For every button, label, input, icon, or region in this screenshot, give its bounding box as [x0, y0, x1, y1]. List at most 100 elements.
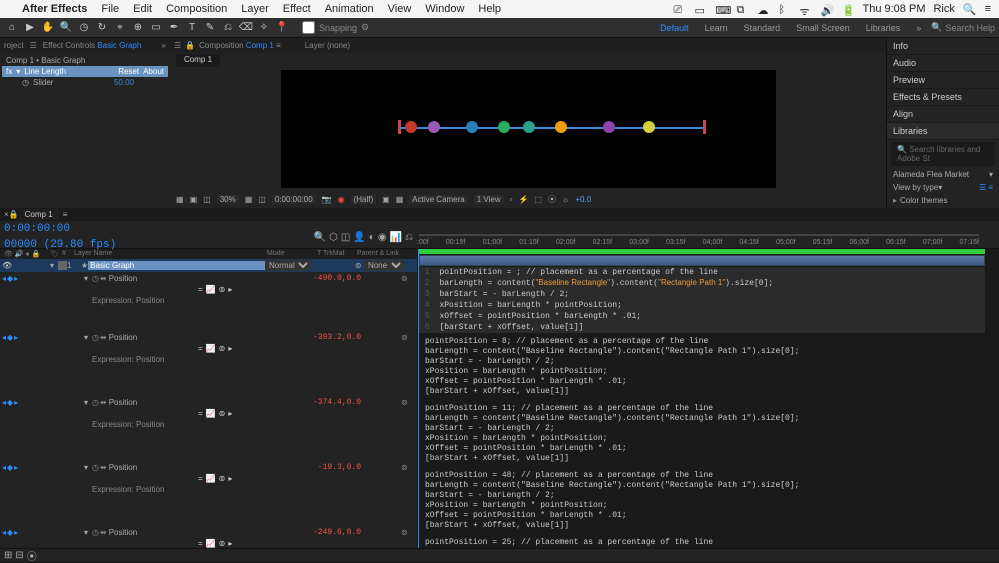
eraser-tool-icon[interactable]: ⌫ [238, 21, 254, 35]
brush-tool-icon[interactable]: ✎ [202, 21, 218, 35]
volume-icon[interactable]: 🔊 [821, 4, 834, 15]
toggle-switches-icon[interactable]: ⊞ [4, 550, 12, 561]
timeline-content[interactable]: 1pointPosition = ; // placement as a per… [417, 249, 999, 548]
panel-menu-icon[interactable]: ☰ [174, 41, 181, 50]
wifi-icon[interactable]: ᯤ [800, 4, 813, 15]
disclosure-icon[interactable]: ▾ [84, 274, 92, 283]
pen-tool-icon[interactable]: ✒ [166, 21, 182, 35]
menu-icon[interactable]: ≡ [985, 3, 991, 15]
stopwatch-icon[interactable]: ◷ [92, 528, 99, 537]
menu-animation[interactable]: Animation [325, 3, 374, 15]
expression-enable-icon[interactable]: = [198, 285, 203, 294]
res-select[interactable]: (Half) [351, 195, 377, 204]
graph-dot[interactable] [603, 121, 615, 133]
menu-edit[interactable]: Edit [133, 3, 152, 15]
menu-file[interactable]: File [101, 3, 119, 15]
expression-text[interactable]: pointPosition = 48; // placement as a pe… [419, 471, 985, 531]
panel-overflow-icon[interactable]: » [162, 41, 166, 50]
project-tab[interactable]: roject [4, 41, 24, 50]
prev-key-icon[interactable]: ◂ [2, 398, 6, 407]
guide-icon[interactable]: ◫ [258, 195, 266, 204]
prev-key-icon[interactable]: ◂ [2, 333, 6, 342]
expression-text[interactable]: pointPosition = 11; // placement as a pe… [419, 404, 985, 464]
expression-pickwhip-icon[interactable]: ⊚ [219, 539, 226, 548]
pickwhip-icon[interactable]: ⊚ [401, 274, 415, 283]
expression-graph-icon[interactable]: 📈 [206, 285, 216, 294]
workspace-libraries[interactable]: Libraries [860, 21, 907, 35]
comp-canvas[interactable] [281, 70, 776, 188]
panel-effects[interactable]: Effects & Presets [887, 89, 999, 106]
grid-icon[interactable]: ▦ [245, 195, 253, 204]
panel-menu-icon[interactable]: ☰ [30, 41, 37, 50]
disclosure-icon[interactable]: ▾ [50, 261, 58, 270]
menu-help[interactable]: Help [478, 3, 501, 15]
disclosure-icon[interactable]: ▾ [84, 333, 92, 342]
views-select[interactable]: 1 View [474, 195, 504, 204]
search-help[interactable]: Search Help [945, 23, 995, 33]
expression-enable-icon[interactable]: = [198, 344, 203, 353]
disclosure-icon[interactable]: ▾ [84, 398, 92, 407]
lib-color-themes[interactable]: ▸Color themes [887, 194, 999, 207]
workspace-more-icon[interactable]: » [910, 21, 927, 35]
graph-dot[interactable] [498, 121, 510, 133]
zoom-tool-icon[interactable]: 🔍 [58, 21, 74, 35]
tl-tab-close-icon[interactable]: ≡ [63, 210, 68, 219]
expression-text[interactable]: pointPosition = 8; // placement as a per… [419, 337, 985, 397]
dimension-icon[interactable]: ⬌ [100, 333, 107, 342]
property-value[interactable]: -249.6,0.0 [313, 528, 401, 537]
position-property[interactable]: ◂◆▸ ▾ ◷⬌ Position -393.2,0.0 ⊚ [0, 331, 417, 343]
graph-dot[interactable] [405, 121, 417, 133]
stopwatch-icon[interactable]: ◷ [92, 274, 99, 283]
user-menu[interactable]: Rick [933, 3, 954, 15]
selection-tool-icon[interactable]: ▶ [22, 21, 38, 35]
bluetooth-icon[interactable]: ᛒ [779, 4, 792, 15]
expression-language-icon[interactable]: ▸ [228, 344, 232, 353]
property-value[interactable]: -19.3,0.0 [318, 463, 401, 472]
stamp-tool-icon[interactable]: ⎌ [220, 21, 236, 35]
prev-key-icon[interactable]: ◂ [2, 528, 6, 537]
snapping-checkbox[interactable] [302, 21, 315, 34]
add-key-icon[interactable]: ◆ [7, 528, 13, 537]
slider-value[interactable]: 50.00 [114, 78, 134, 87]
graph-dot[interactable] [523, 121, 535, 133]
effect-line-length[interactable]: fx ▾ Line Length Reset About [2, 66, 168, 77]
expression-language-icon[interactable]: ▸ [228, 474, 232, 483]
3d-icon[interactable]: ⬚ [534, 195, 542, 204]
search-layers-icon[interactable]: 🔍 [314, 232, 326, 243]
property-value[interactable]: -393.2,0.0 [313, 333, 401, 342]
roto-tool-icon[interactable]: ✧ [256, 21, 272, 35]
next-key-icon[interactable]: ▸ [14, 274, 18, 283]
camera-tool-icon[interactable]: ⌖ [112, 21, 128, 35]
pixel-aspect-icon[interactable]: ▫ [510, 195, 513, 204]
pickwhip-icon[interactable]: ⊚ [401, 463, 415, 472]
stopwatch-icon[interactable]: ◷ [92, 398, 99, 407]
menu-window[interactable]: Window [425, 3, 464, 15]
stopwatch-icon[interactable]: ◷ [92, 333, 99, 342]
frame-blend-icon[interactable]: ◐ [369, 232, 375, 243]
cloud-icon[interactable]: ☁ [758, 4, 771, 15]
brainstorm-icon[interactable]: ⎌ [405, 232, 413, 243]
expression-language-icon[interactable]: ▸ [228, 409, 232, 418]
graph-dot[interactable] [643, 121, 655, 133]
menu-view[interactable]: View [388, 3, 412, 15]
expression-pickwhip-icon[interactable]: ⊚ [219, 285, 226, 294]
app-name[interactable]: After Effects [22, 3, 87, 15]
menu-layer[interactable]: Layer [241, 3, 269, 15]
add-key-icon[interactable]: ◆ [7, 463, 13, 472]
dimension-icon[interactable]: ⬌ [100, 528, 107, 537]
disclosure-icon[interactable]: ▾ [16, 67, 20, 76]
camera-select[interactable]: Active Camera [409, 195, 467, 204]
panel-preview[interactable]: Preview [887, 72, 999, 89]
expression-pickwhip-icon[interactable]: ⊚ [219, 474, 226, 483]
layer-duration-bar[interactable] [419, 255, 985, 266]
expression-graph-icon[interactable]: 📈 [206, 539, 216, 548]
breadcrumb[interactable]: Comp 1 [176, 54, 220, 67]
effect-about[interactable]: About [143, 67, 164, 76]
draft3d-icon[interactable]: ◫ [341, 232, 350, 243]
position-property[interactable]: ◂◆▸ ▾ ◷⬌ Position -19.3,0.0 ⊚ [0, 461, 417, 473]
disclosure-icon[interactable]: ▾ [84, 528, 92, 537]
add-key-icon[interactable]: ◆ [7, 333, 13, 342]
workspace-small[interactable]: Small Screen [790, 21, 856, 35]
input-icon[interactable]: ⌨ [716, 4, 729, 15]
expression-graph-icon[interactable]: 📈 [206, 409, 216, 418]
